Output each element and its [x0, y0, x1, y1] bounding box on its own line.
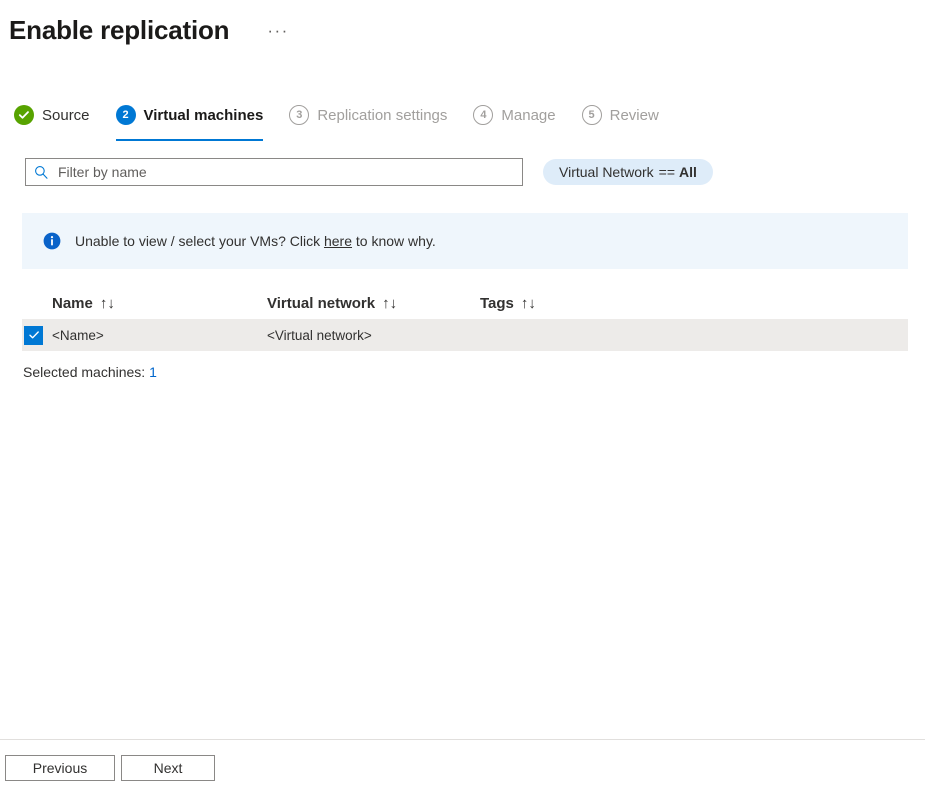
row-select-cell[interactable]	[22, 326, 52, 345]
filter-pill-virtual-network[interactable]: Virtual Network == All	[543, 159, 713, 185]
wizard-step-source[interactable]: Source	[14, 102, 90, 136]
more-options-icon[interactable]: ···	[263, 22, 292, 40]
column-header-name[interactable]: Name ↑↓	[52, 295, 267, 312]
table-header-row: Name ↑↓ Virtual network ↑↓ Tags ↑↓	[22, 287, 908, 319]
table-row[interactable]: <Name> <Virtual network>	[22, 319, 908, 351]
wizard-step-nav: Source 2 Virtual machines 3 Replication …	[0, 102, 925, 136]
column-header-label: Name	[52, 295, 93, 312]
filter-toolbar: Virtual Network == All	[0, 158, 925, 186]
info-banner-text: Unable to view / select your VMs? Click …	[75, 233, 436, 249]
search-box[interactable]	[25, 158, 523, 186]
wizard-step-manage[interactable]: 4 Manage	[473, 102, 555, 136]
wizard-step-virtual-machines[interactable]: 2 Virtual machines	[116, 102, 264, 136]
search-input[interactable]	[56, 158, 514, 186]
filter-pill-field: Virtual Network	[559, 164, 654, 180]
info-banner: Unable to view / select your VMs? Click …	[22, 213, 908, 269]
step-number-badge: 3	[289, 105, 309, 125]
column-header-tags[interactable]: Tags ↑↓	[480, 295, 630, 312]
sort-arrows-icon: ↑↓	[521, 295, 536, 312]
wizard-footer: Previous Next	[0, 739, 925, 796]
virtual-machines-table: Name ↑↓ Virtual network ↑↓ Tags ↑↓ <Name…	[22, 287, 908, 351]
step-number-badge: 4	[473, 105, 493, 125]
selected-machines-label: Selected machines:	[23, 364, 145, 380]
step-number-badge: 2	[116, 105, 136, 125]
wizard-step-label: Virtual machines	[144, 107, 264, 124]
page-header: Enable replication ···	[0, 0, 925, 52]
selected-machines-count[interactable]: 1	[149, 364, 157, 380]
column-header-label: Tags	[480, 295, 514, 312]
filter-pill-operator: ==	[659, 164, 675, 180]
previous-button[interactable]: Previous	[5, 755, 115, 781]
wizard-step-label: Review	[610, 107, 659, 124]
selected-machines-summary: Selected machines: 1	[23, 364, 925, 380]
step-number-badge: 5	[582, 105, 602, 125]
wizard-step-label: Manage	[501, 107, 555, 124]
cell-virtual-network: <Virtual network>	[267, 328, 480, 343]
sort-arrows-icon: ↑↓	[100, 295, 115, 312]
row-checkbox-checked[interactable]	[24, 326, 43, 345]
wizard-step-label: Source	[42, 107, 90, 124]
info-banner-link[interactable]: here	[324, 233, 352, 249]
column-header-label: Virtual network	[267, 295, 375, 312]
info-banner-text-after: to know why.	[356, 233, 436, 249]
info-icon	[43, 232, 61, 250]
search-icon	[34, 165, 48, 179]
sort-arrows-icon: ↑↓	[382, 295, 397, 312]
column-header-virtual-network[interactable]: Virtual network ↑↓	[267, 295, 480, 312]
cell-name: <Name>	[52, 328, 267, 343]
info-banner-text-before: Unable to view / select your VMs? Click	[75, 233, 320, 249]
wizard-step-review[interactable]: 5 Review	[582, 102, 659, 136]
check-circle-icon	[14, 105, 34, 125]
wizard-step-replication-settings[interactable]: 3 Replication settings	[289, 102, 447, 136]
filter-pill-value: All	[679, 164, 697, 180]
wizard-step-label: Replication settings	[317, 107, 447, 124]
next-button[interactable]: Next	[121, 755, 215, 781]
page-title: Enable replication	[9, 13, 229, 47]
